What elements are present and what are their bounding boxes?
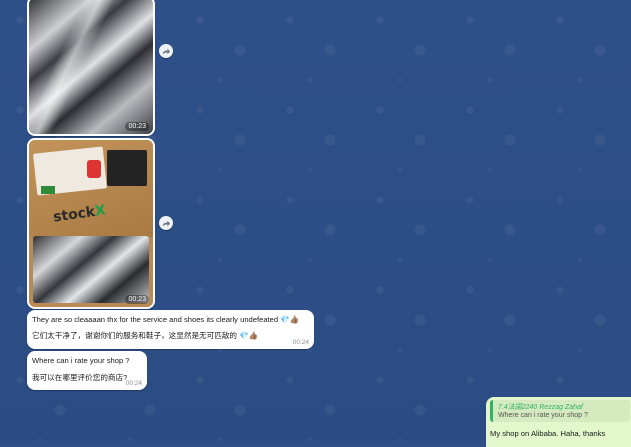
shoe-photo[interactable]: 00:23 (29, 0, 153, 134)
brand-logo: stockX (52, 202, 107, 226)
incoming-message[interactable]: Where can i rate your shop ? 我可以在哪里评价您的商… (27, 351, 147, 390)
message-time: 00:24 (292, 339, 309, 346)
quoted-message[interactable]: 7.4法国2240 Rezzag Zahaf Where can i rate … (490, 400, 630, 422)
quote-author: 7.4法国2240 Rezzag Zahaf (498, 404, 583, 411)
incoming-message[interactable]: They are so cleaaaan thx for the service… (27, 310, 314, 349)
message-time: 00:23 (125, 122, 149, 131)
forward-arrow-icon (162, 220, 170, 226)
shoebox-photo[interactable]: stockX 00:23 (29, 140, 153, 307)
quote-text: Where can i rate your shop ? (498, 412, 588, 419)
outgoing-reply-message[interactable]: 7.4法国2240 Rezzag Zahaf Where can i rate … (486, 397, 631, 447)
message-text-en: They are so cleaaaan thx for the service… (32, 315, 279, 324)
gem-emoji-icon: 💎 (280, 315, 290, 324)
message-time: 00:23 (125, 295, 149, 304)
reply-text: My shop on Alibaba. Haha, thanks (490, 429, 606, 438)
message-text-zh: 它们太干净了，谢谢你们的服务和鞋子，这显然是无可匹敌的 (32, 331, 238, 340)
forward-button[interactable] (159, 44, 173, 58)
forward-arrow-icon (162, 48, 170, 54)
message-text-en: Where can i rate your shop ? (32, 356, 130, 365)
forward-button[interactable] (159, 216, 173, 230)
message-time: 00:24 (125, 380, 142, 387)
photo-message[interactable]: 00:23 (27, 0, 155, 136)
gem-emoji-icon: 💎 (239, 331, 249, 340)
photo-message[interactable]: stockX 00:23 (27, 138, 155, 309)
thumbs-up-emoji-icon: 👍🏽 (248, 331, 259, 340)
thumbs-up-emoji-icon: 👍🏽 (289, 315, 300, 324)
